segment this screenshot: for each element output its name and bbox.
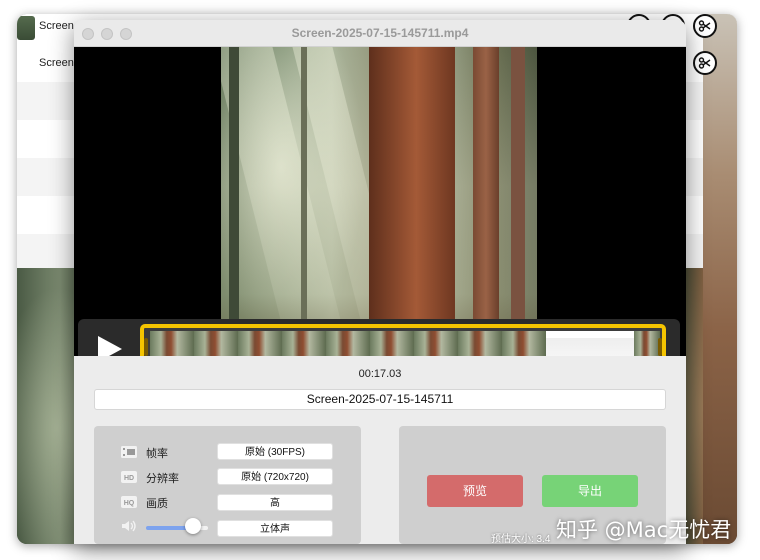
- quality-label: 画质: [146, 498, 168, 510]
- svg-text:HQ: HQ: [124, 500, 135, 507]
- window-title: Screen-2025-07-15-145711.mp4: [291, 26, 469, 40]
- screen: Screen Screen Screen-2025-07-15-145711.m…: [0, 0, 760, 560]
- resolution-label: 分辨率: [146, 473, 179, 485]
- cut-button[interactable]: [693, 51, 717, 75]
- background-wallpaper-strip: [703, 14, 737, 544]
- list-item-title: Screen: [39, 57, 74, 69]
- tree-trunk: [229, 47, 239, 356]
- tree-trunk: [473, 47, 499, 356]
- export-window: Screen-2025-07-15-145711.mp4 00:17.03 Sc…: [74, 20, 686, 544]
- estimated-size-label: 预估大小: 3.4: [491, 534, 551, 544]
- quality-select[interactable]: 高: [217, 494, 333, 511]
- hq-icon: HQ: [121, 496, 137, 508]
- hd-icon: HD: [121, 471, 137, 483]
- tree-trunk: [511, 47, 525, 356]
- settings-panel: 帧率 原始 (30FPS) HD 分辨率 原始 (720x720) HQ 画质 …: [94, 426, 361, 544]
- video-preview[interactable]: [74, 47, 686, 379]
- audio-channel-select[interactable]: 立体声: [217, 520, 333, 537]
- svg-text:HD: HD: [124, 475, 134, 482]
- title-bar[interactable]: Screen-2025-07-15-145711.mp4: [74, 20, 686, 47]
- list-item-title: Screen: [39, 20, 74, 32]
- export-button[interactable]: 导出: [542, 475, 638, 507]
- video-thumbnail: [17, 16, 35, 40]
- watermark-text: 知乎 @Mac无忧君: [556, 518, 732, 542]
- filename-field[interactable]: Screen-2025-07-15-145711: [94, 389, 666, 410]
- speaker-icon: [122, 520, 136, 532]
- duration-label: 00:17.03: [358, 368, 402, 380]
- framerate-label: 帧率: [146, 448, 168, 460]
- cut-button[interactable]: [693, 14, 717, 38]
- preview-button[interactable]: 预览: [427, 475, 523, 507]
- trim-start-handle[interactable]: [144, 338, 148, 356]
- scissors-icon: [698, 57, 711, 69]
- video-frame: [221, 47, 537, 356]
- resolution-select[interactable]: 原始 (720x720): [217, 468, 333, 485]
- framerate-select[interactable]: 原始 (30FPS): [217, 443, 333, 460]
- tree-trunk: [301, 47, 307, 356]
- volume-slider-knob[interactable]: [184, 518, 201, 534]
- scissors-icon: [698, 20, 711, 32]
- film-frames-icon: [121, 446, 137, 458]
- trim-end-handle[interactable]: [658, 338, 662, 356]
- tree-trunk: [369, 47, 455, 356]
